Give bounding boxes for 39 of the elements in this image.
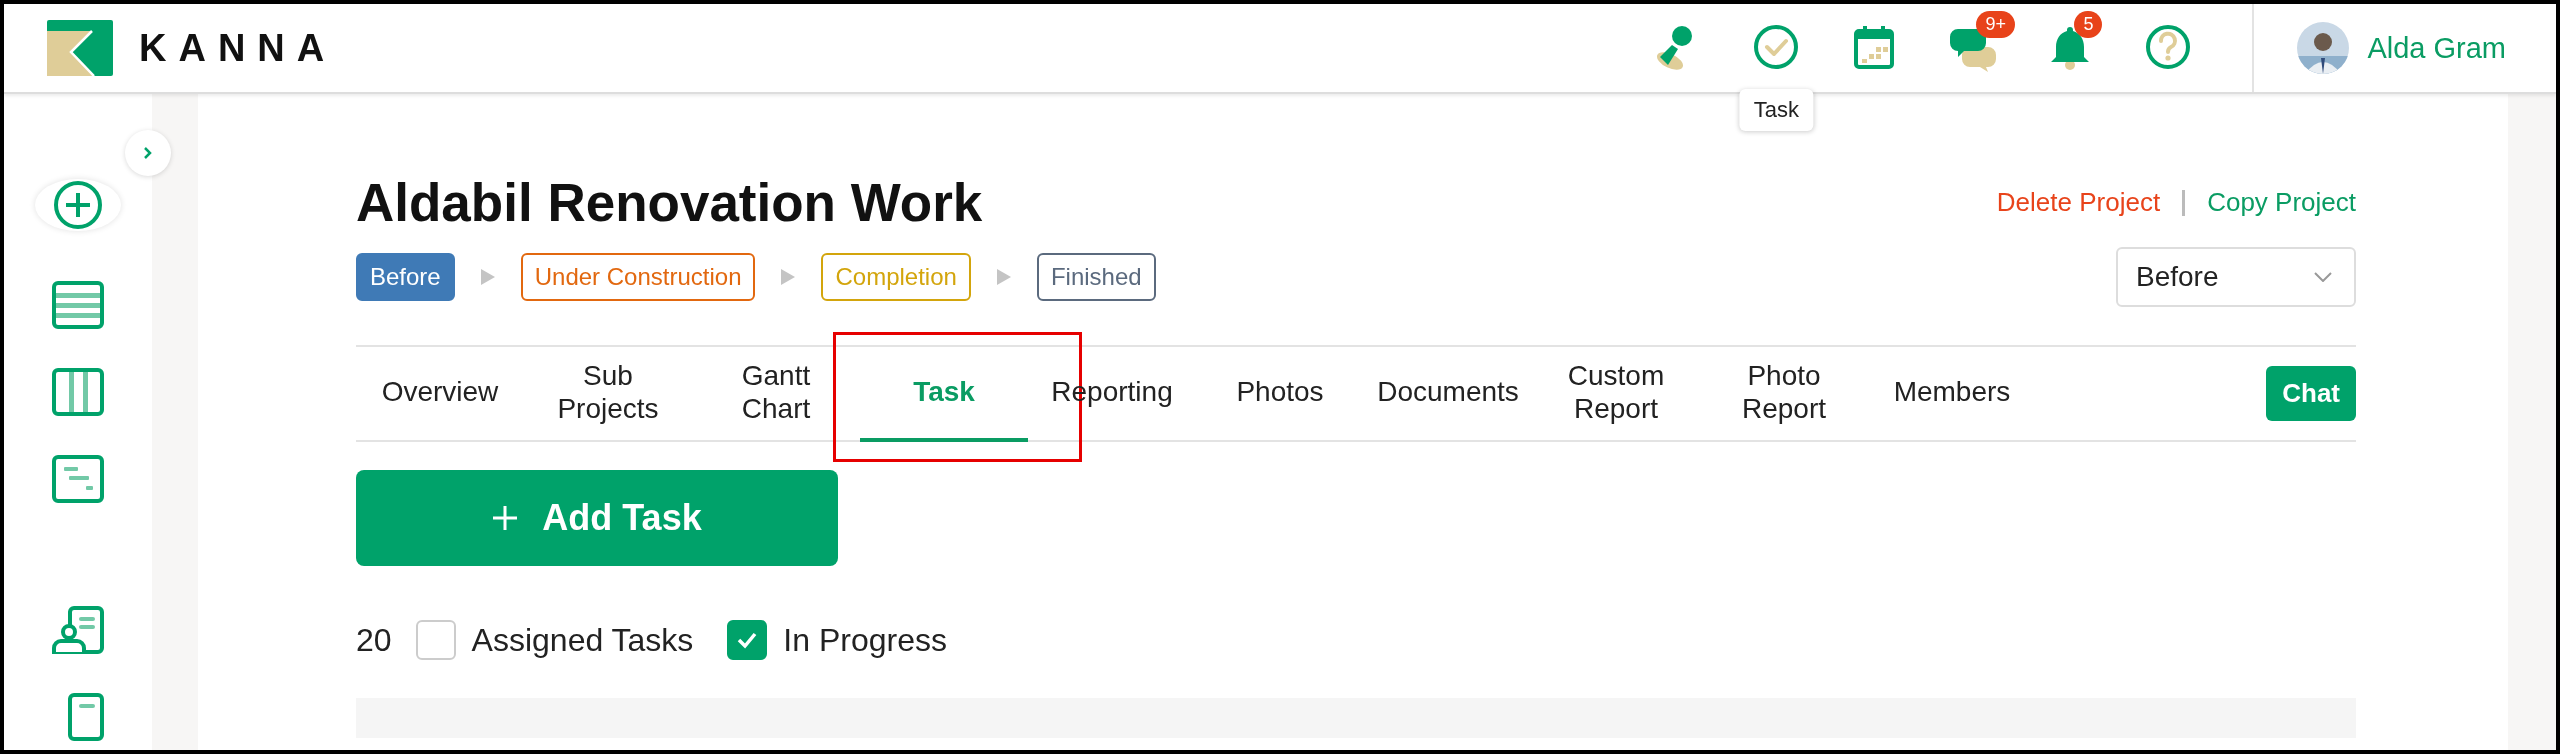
tooltip: Task: [1739, 89, 1813, 131]
logo-icon: [47, 20, 113, 76]
notification-badge: 5: [2074, 11, 2103, 38]
triangle-right-icon: [480, 269, 495, 285]
copy-link[interactable]: Copy Project: [2207, 187, 2356, 218]
tab[interactable]: Documents: [1364, 347, 1532, 442]
status-step[interactable]: Before: [356, 253, 455, 301]
delete-link[interactable]: Delete Project: [1996, 187, 2161, 218]
tab[interactable]: Custom Report: [1532, 347, 1700, 442]
person-document-icon[interactable]: [52, 606, 104, 654]
gantt-icon[interactable]: [52, 455, 104, 503]
status-dropdown[interactable]: Before: [2116, 247, 2356, 307]
tab[interactable]: Sub Projects: [524, 347, 692, 442]
list-icon[interactable]: [52, 281, 104, 329]
chevron-down-icon: [2314, 272, 2332, 282]
board-icon[interactable]: [52, 368, 104, 416]
checkbox[interactable]: [727, 620, 768, 660]
notification-badge: 9+: [1976, 11, 2015, 38]
chevron-right-icon: [143, 146, 153, 160]
user-name[interactable]: Alda Gram: [2367, 31, 2506, 65]
checkmark-icon: [736, 631, 759, 649]
status-step[interactable]: Finished: [1036, 253, 1156, 301]
checkbox-label[interactable]: In Progress: [783, 621, 947, 659]
tab[interactable]: Task: [860, 347, 1028, 442]
plus-icon: [492, 505, 519, 531]
plus-icon: [52, 179, 104, 231]
task-count: 20: [356, 621, 392, 659]
triangle-right-icon: [781, 269, 796, 285]
tab[interactable]: Members: [1868, 347, 2036, 442]
tab[interactable]: Photos: [1196, 347, 1364, 442]
checkbox-label[interactable]: Assigned Tasks: [471, 621, 694, 659]
tab[interactable]: Gantt Chart: [692, 347, 860, 442]
avatar[interactable]: [2297, 22, 2350, 74]
tab[interactable]: Overview: [356, 347, 524, 442]
logo-text: KANNA: [139, 26, 337, 70]
project-title: Aldabil Renovation Work: [356, 172, 983, 233]
checkbox[interactable]: [415, 620, 456, 660]
tab[interactable]: Photo Report: [1700, 347, 1868, 442]
triangle-right-icon: [996, 269, 1011, 285]
